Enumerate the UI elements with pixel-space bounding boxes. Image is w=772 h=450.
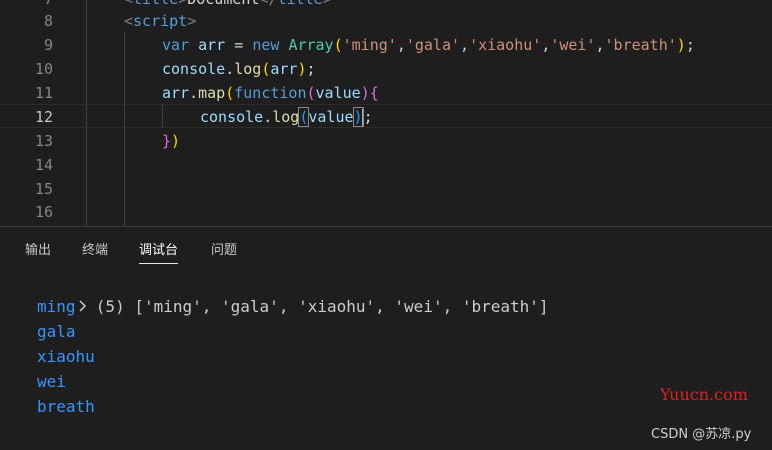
site-watermark: Yuucn.com xyxy=(660,385,748,404)
bottom-panel: 输出 终端 调试台 问题 (5) ['ming', 'gala', 'xiaoh… xyxy=(0,226,772,450)
tab-output[interactable]: 输出 xyxy=(25,239,51,258)
line-number: 11 xyxy=(34,84,53,102)
code-text: <script> xyxy=(124,12,197,30)
tab-debug-console[interactable]: 调试台 xyxy=(139,239,179,264)
tab-terminal[interactable]: 终端 xyxy=(82,239,108,258)
editor-line[interactable]: 16 xyxy=(0,200,772,224)
line-number: 14 xyxy=(34,156,53,174)
line-number: 10 xyxy=(34,60,53,78)
editor-line[interactable]: 9 var arr = new Array('ming','gala','xia… xyxy=(0,33,772,57)
line-number: 15 xyxy=(34,180,53,198)
chevron-right-icon[interactable] xyxy=(78,294,88,319)
console-log-line: breath xyxy=(37,397,95,416)
editor-line[interactable]: 14 xyxy=(0,153,772,177)
code-text: console.log(arr); xyxy=(162,60,316,78)
console-log-line: ming xyxy=(37,297,76,316)
editor-line[interactable]: 13 }) xyxy=(0,129,772,153)
editor-line[interactable]: 8 <script> xyxy=(0,9,772,33)
console-log-line: gala xyxy=(37,322,76,341)
editor-line[interactable]: 15 xyxy=(0,177,772,201)
line-number: 13 xyxy=(34,132,53,150)
tab-problems[interactable]: 问题 xyxy=(211,239,237,258)
code-text: console.log(value); xyxy=(200,107,373,127)
code-text: arr.map(function(value){ xyxy=(162,84,379,102)
line-number: 16 xyxy=(34,203,53,221)
line-number: 8 xyxy=(43,12,53,30)
console-log-line: wei xyxy=(37,372,66,391)
code-text: var arr = new Array('ming','gala','xiaoh… xyxy=(162,36,695,54)
editor-line[interactable]: 11 arr.map(function(value){ xyxy=(0,81,772,105)
array-summary: (5) ['ming', 'gala', 'xiaohu', 'wei', 'b… xyxy=(95,297,549,316)
code-editor[interactable]: 7 <title>Document</title> 8 <script> 9 v… xyxy=(0,0,772,226)
console-array-line[interactable]: (5) ['ming', 'gala', 'xiaohu', 'wei', 'b… xyxy=(20,269,549,344)
console-log-line: xiaohu xyxy=(37,347,95,366)
code-text: }) xyxy=(162,132,181,150)
editor-line[interactable]: 10 console.log(arr); xyxy=(0,57,772,81)
line-number: 12 xyxy=(34,108,53,126)
line-number: 9 xyxy=(43,36,53,54)
author-watermark: CSDN @苏凉.py xyxy=(651,427,752,442)
editor-line-active[interactable]: 12 console.log(value); xyxy=(0,104,772,128)
